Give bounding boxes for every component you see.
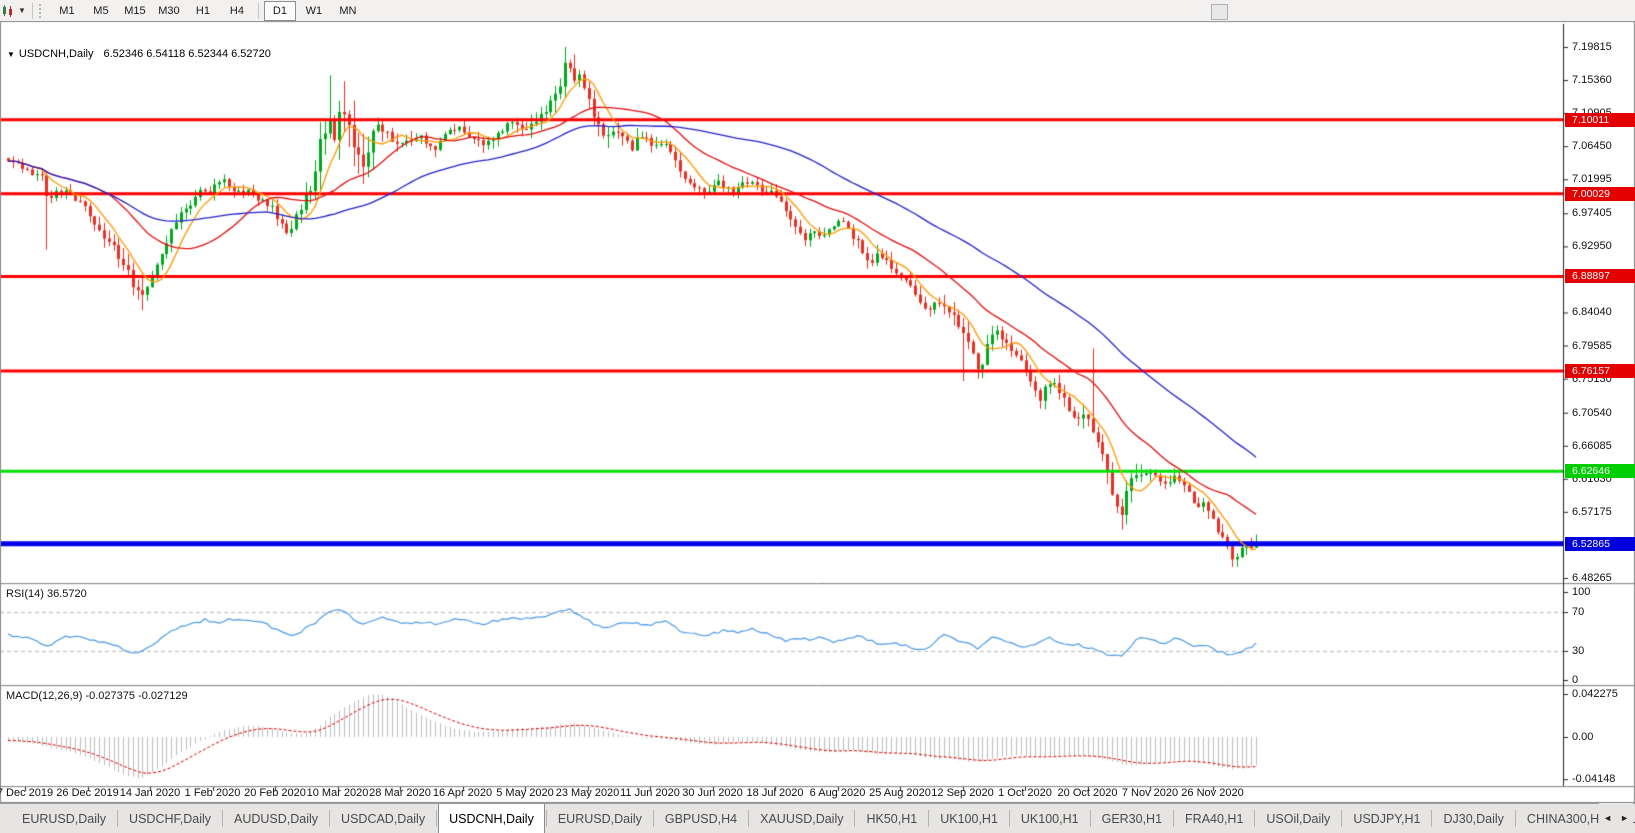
tab-separator	[436, 810, 437, 827]
tab-separator	[1254, 810, 1255, 827]
symbol-tab[interactable]: EURUSD,Daily	[12, 804, 116, 833]
tab-separator	[748, 810, 749, 827]
symbol-tab[interactable]: FRA40,H1	[1175, 804, 1253, 833]
tab-separator	[1431, 810, 1432, 827]
tab-bar-left-pad	[0, 804, 12, 833]
tab-separator	[117, 810, 118, 827]
timeframe-button-d1[interactable]: D1	[264, 1, 296, 21]
tab-separator	[546, 810, 547, 827]
symbol-tab[interactable]: HK50,H1	[856, 804, 927, 833]
tab-separator	[1009, 810, 1010, 827]
symbol-tab[interactable]: GER30,H1	[1092, 804, 1172, 833]
timeframe-button-mn[interactable]: MN	[332, 1, 364, 21]
timeframe-button-m30[interactable]: M30	[153, 1, 185, 21]
timeframe-button-m5[interactable]: M5	[85, 1, 117, 21]
chart-type-icon[interactable]	[1, 3, 17, 19]
symbol-tab[interactable]: USDCNH,Daily	[438, 803, 545, 833]
symbol-tab[interactable]: XAUUSD,Daily	[750, 804, 853, 833]
tab-separator	[1341, 810, 1342, 827]
symbol-tab[interactable]: USDJPY,H1	[1343, 804, 1430, 833]
symbol-tab[interactable]: EURUSD,Daily	[548, 804, 652, 833]
symbol-tab[interactable]: USDCAD,Daily	[331, 804, 435, 833]
toolbar-overflow-handle[interactable]	[1211, 4, 1228, 20]
symbol-tab[interactable]: UK100,H1	[1011, 804, 1089, 833]
symbol-tab[interactable]: GBPUSD,H4	[655, 804, 747, 833]
tab-separator	[928, 810, 929, 827]
timeframe-toolbar: ▼ M1M5M15M30H1H4 D1W1MN	[0, 0, 1635, 22]
toolbar-grip	[39, 4, 44, 18]
tab-separator	[329, 810, 330, 827]
symbol-tab[interactable]: AUDUSD,Daily	[224, 804, 328, 833]
symbol-tab[interactable]: USOil,Daily	[1256, 804, 1340, 833]
tab-scroll-right-icon[interactable]: ►	[1620, 813, 1629, 823]
tab-separator	[854, 810, 855, 827]
chart-canvas[interactable]	[0, 21, 1635, 803]
toolbar-divider	[258, 3, 259, 19]
timeframe-button-h4[interactable]: H4	[221, 1, 253, 21]
tab-separator	[1173, 810, 1174, 827]
timeframe-button-h1[interactable]: H1	[187, 1, 219, 21]
tab-scroll-left-icon[interactable]: ◄	[1603, 813, 1612, 823]
tab-separator	[1515, 810, 1516, 827]
timeframe-button-m15[interactable]: M15	[119, 1, 151, 21]
tab-separator	[222, 810, 223, 827]
symbol-tab-bar: EURUSD,DailyUSDCHF,DailyAUDUSD,DailyUSDC…	[0, 803, 1635, 833]
symbol-tab[interactable]: USDCHF,Daily	[119, 804, 221, 833]
symbol-tab[interactable]: UK100,H1	[930, 804, 1008, 833]
chart-window: ▼USDCNH,Daily6.52346 6.54118 6.52344 6.5…	[0, 21, 1635, 803]
tab-separator	[653, 810, 654, 827]
tab-separator	[1090, 810, 1091, 827]
timeframe-button-m1[interactable]: M1	[51, 1, 83, 21]
timeframe-button-w1[interactable]: W1	[298, 1, 330, 21]
toolbar-divider	[32, 3, 33, 19]
chart-type-caret-icon[interactable]: ▼	[18, 6, 26, 15]
symbol-tab[interactable]: DJ30,Daily	[1433, 804, 1513, 833]
